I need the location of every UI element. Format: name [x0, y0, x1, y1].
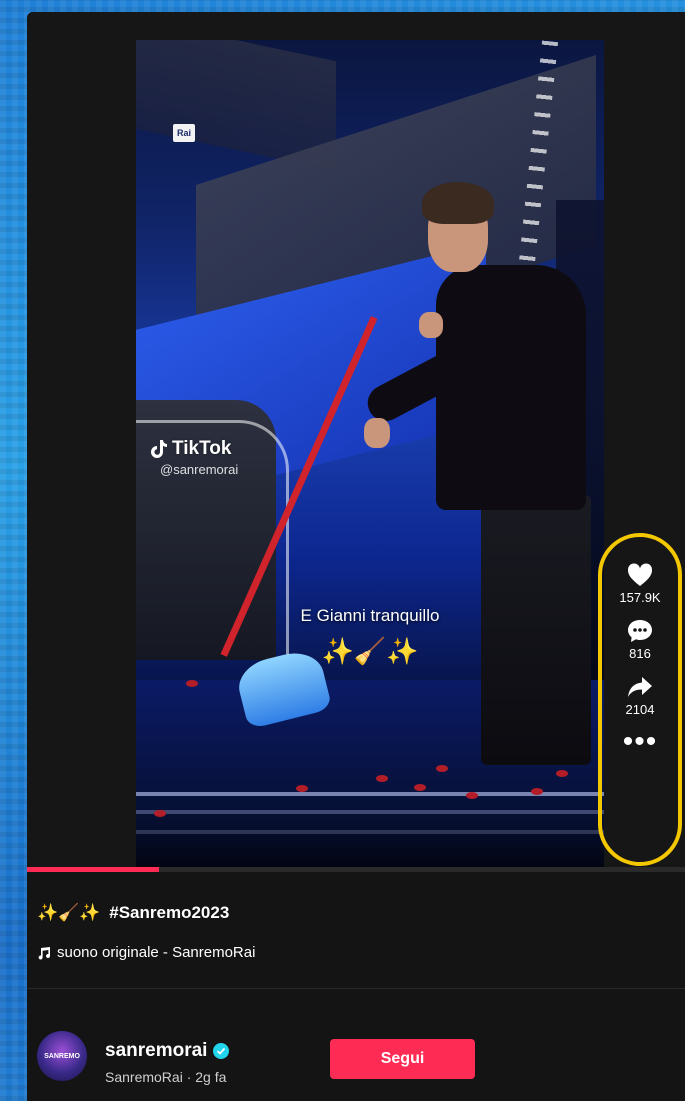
- person-hand: [419, 312, 443, 338]
- share-count: 2104: [625, 702, 655, 717]
- person-hand: [364, 418, 390, 448]
- progress-bar[interactable]: [27, 867, 685, 872]
- person-hair: [422, 182, 494, 224]
- sound-title: suono originale - SanremoRai: [57, 944, 256, 961]
- rose-petal: [186, 680, 198, 687]
- share-icon: [627, 677, 652, 697]
- tiktok-brand-text: TikTok: [172, 438, 232, 459]
- tiktok-note-icon: [151, 440, 167, 458]
- hashtag-link[interactable]: #Sanremo2023: [109, 903, 229, 922]
- like-button[interactable]: 157.9K: [619, 563, 661, 605]
- video-card: Rai TikTok @sanremorai E Gianni tranquil…: [27, 12, 685, 1101]
- comment-icon: [628, 620, 652, 642]
- like-count: 157.9K: [619, 590, 661, 605]
- rose-petal: [154, 810, 166, 817]
- author-subline: SanremoRai · 2g fa: [105, 1069, 227, 1085]
- tiktok-watermark-brand: TikTok: [150, 438, 238, 460]
- author-avatar[interactable]: SANREMO: [37, 1031, 87, 1081]
- video-player[interactable]: Rai TikTok @sanremorai E Gianni tranquil…: [136, 40, 604, 872]
- username-text: sanremorai: [105, 1040, 208, 1061]
- floor-stripe: [136, 830, 604, 834]
- verified-badge-icon: [213, 1043, 230, 1059]
- comment-button[interactable]: 816: [627, 619, 653, 661]
- post-description: ✨🧹✨ #Sanremo2023: [37, 903, 229, 923]
- rai-logo: Rai: [173, 124, 195, 142]
- rose-petal: [466, 792, 478, 799]
- video-caption: E Gianni tranquillo: [300, 606, 440, 625]
- floor-stripe: [136, 810, 604, 814]
- sound-link[interactable]: suono originale - SanremoRai: [37, 944, 255, 961]
- rose-petal: [556, 770, 568, 777]
- rose-petal: [531, 788, 543, 795]
- music-note-icon: [38, 946, 50, 959]
- avatar-logo-text: SANREMO: [44, 1052, 80, 1060]
- action-bar: 157.9K 816 2104 •••: [598, 533, 682, 866]
- video-caption-emoji: ✨🧹✨: [321, 636, 419, 666]
- comment-count: 816: [629, 646, 651, 661]
- author-username[interactable]: sanremorai: [105, 1040, 230, 1062]
- description-emoji: ✨🧹✨: [37, 903, 101, 922]
- more-icon[interactable]: •••: [623, 727, 658, 757]
- share-button[interactable]: 2104: [625, 675, 655, 717]
- rose-petal: [436, 765, 448, 772]
- follow-button[interactable]: Segui: [330, 1039, 475, 1079]
- rose-petal: [296, 785, 308, 792]
- tiktok-watermark: TikTok @sanremorai: [150, 438, 238, 477]
- person-body: [436, 265, 586, 510]
- progress-fill: [27, 867, 159, 872]
- tiktok-watermark-handle: @sanremorai: [160, 462, 239, 477]
- rose-petal: [414, 784, 426, 791]
- divider: [27, 988, 685, 989]
- heart-icon: [627, 563, 653, 586]
- video-area: Rai TikTok @sanremorai E Gianni tranquil…: [27, 12, 685, 872]
- person-legs: [481, 495, 591, 765]
- rose-petal: [376, 775, 388, 782]
